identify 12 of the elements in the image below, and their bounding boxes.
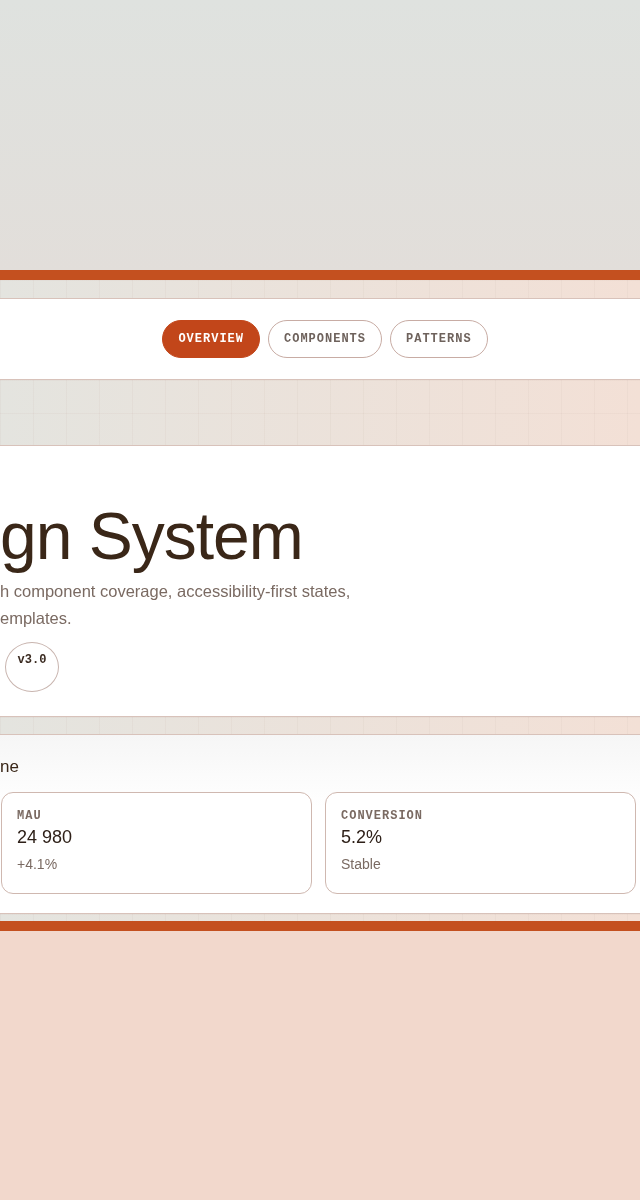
- metric-label: MAU: [17, 809, 42, 823]
- metric-value: 5.2%: [341, 827, 383, 848]
- metric-label: CONVERSION: [341, 809, 423, 823]
- nav-tab[interactable]: OVERVIEW: [162, 320, 260, 358]
- hero-description: h component coverage, accessibility-first states, emplates.: [0, 581, 351, 629]
- hero-title: gn System: [0, 498, 303, 574]
- section-heading: ne: [0, 757, 19, 777]
- nav-tab[interactable]: COMPONENTS: [268, 320, 382, 358]
- metric-value: 24 980: [17, 827, 73, 848]
- metric-note: +4.1%: [17, 856, 58, 872]
- metric-note: Stable: [341, 856, 381, 872]
- nav-tab[interactable]: PATTERNS: [390, 320, 488, 358]
